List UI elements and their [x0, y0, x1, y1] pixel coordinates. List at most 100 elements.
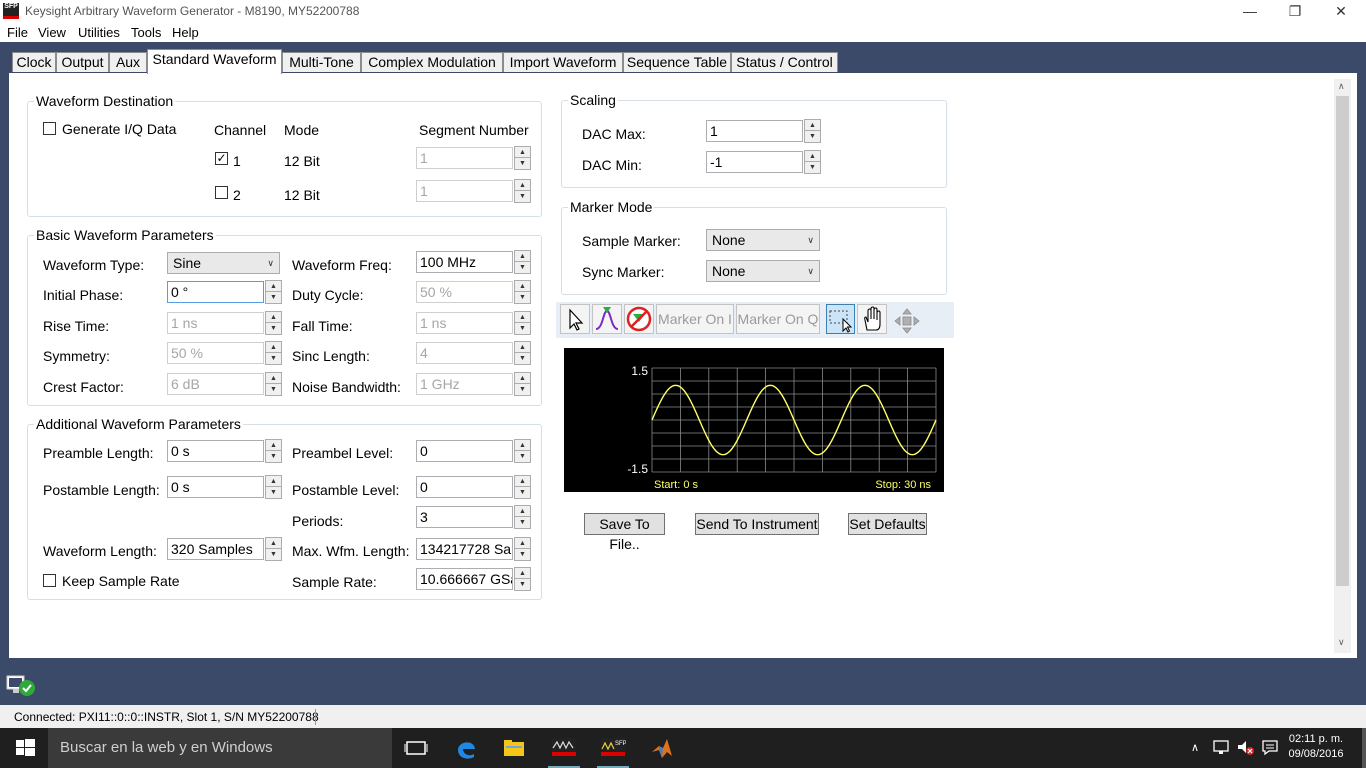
- sfp-app-icon[interactable]: SFP: [600, 736, 627, 760]
- scroll-down-icon[interactable]: ∨: [1338, 637, 1345, 648]
- tab-complex-modulation[interactable]: Complex Modulation: [361, 52, 503, 73]
- taskbar-clock[interactable]: 02:11 p. m. 09/08/2016: [1284, 732, 1348, 762]
- sinc-length-input[interactable]: 4: [416, 342, 513, 364]
- dac-min-input[interactable]: -1: [706, 151, 803, 173]
- preamble-length-spinner[interactable]: ▲ ▼: [265, 439, 282, 463]
- spin-up-icon[interactable]: ▲: [515, 568, 530, 579]
- waveform-length-input[interactable]: 320 Samples: [167, 538, 264, 560]
- spin-down-icon[interactable]: ▼: [515, 292, 530, 303]
- tab-status-control[interactable]: Status / Control: [731, 52, 838, 73]
- spin-up-icon[interactable]: ▲: [266, 476, 281, 487]
- save-to-file-button[interactable]: Save To File..: [584, 513, 665, 552]
- spin-down-icon[interactable]: ▼: [805, 162, 820, 173]
- marker-on-i-button[interactable]: Marker On I: [656, 304, 734, 334]
- spin-up-icon[interactable]: ▲: [515, 281, 530, 292]
- clear-tool-button[interactable]: [624, 304, 654, 334]
- sync-marker-select[interactable]: None ∨: [706, 260, 820, 282]
- restore-icon[interactable]: ❐: [1272, 0, 1318, 23]
- spin-down-icon[interactable]: ▼: [266, 451, 281, 462]
- waveform-freq-input[interactable]: 100 MHz: [416, 251, 513, 273]
- spin-up-icon[interactable]: ▲: [515, 476, 530, 487]
- spin-down-icon[interactable]: ▼: [515, 262, 530, 273]
- task-view-icon[interactable]: [404, 736, 428, 760]
- menu-utilities[interactable]: Utilities: [78, 25, 120, 40]
- show-desktop-button[interactable]: [1362, 728, 1366, 768]
- dac-max-spinner[interactable]: ▲ ▼: [804, 119, 821, 143]
- spin-down-icon[interactable]: ▼: [266, 549, 281, 560]
- spin-up-icon[interactable]: ▲: [515, 440, 530, 451]
- tab-aux[interactable]: Aux: [109, 52, 147, 73]
- noise-bandwidth-spinner[interactable]: ▲ ▼: [514, 372, 531, 396]
- segment-1-input[interactable]: 1: [416, 147, 513, 169]
- spin-up-icon[interactable]: ▲: [266, 312, 281, 323]
- spin-up-icon[interactable]: ▲: [805, 120, 820, 131]
- segment-2-spinner[interactable]: ▲ ▼: [514, 179, 531, 203]
- spin-down-icon[interactable]: ▼: [515, 517, 530, 528]
- spin-up-icon[interactable]: ▲: [266, 342, 281, 353]
- waveform-length-spinner[interactable]: ▲ ▼: [265, 537, 282, 561]
- max-wfm-length-input[interactable]: 134217728 San: [416, 538, 513, 560]
- rise-time-spinner[interactable]: ▲ ▼: [265, 311, 282, 335]
- spin-down-icon[interactable]: ▼: [515, 579, 530, 590]
- segment-2-input[interactable]: 1: [416, 180, 513, 202]
- tab-import-waveform[interactable]: Import Waveform: [503, 52, 623, 73]
- spin-up-icon[interactable]: ▲: [515, 506, 530, 517]
- move-icon[interactable]: [892, 306, 922, 336]
- spin-down-icon[interactable]: ▼: [266, 487, 281, 498]
- fall-time-input[interactable]: 1 ns: [416, 312, 513, 334]
- windows-start-icon[interactable]: [13, 736, 37, 760]
- generate-iq-checkbox[interactable]: [43, 122, 56, 135]
- sample-marker-select[interactable]: None ∨: [706, 229, 820, 251]
- postamble-length-input[interactable]: 0 s: [167, 476, 264, 498]
- channel-1-checkbox[interactable]: ✓: [215, 152, 228, 165]
- segment-1-spinner[interactable]: ▲ ▼: [514, 146, 531, 170]
- duty-cycle-input[interactable]: 50 %: [416, 281, 513, 303]
- scroll-up-icon[interactable]: ∧: [1338, 81, 1345, 92]
- tab-output[interactable]: Output: [56, 52, 109, 73]
- zoom-select-button[interactable]: [826, 304, 855, 334]
- menu-view[interactable]: View: [38, 25, 66, 40]
- initial-phase-input[interactable]: 0 °: [167, 281, 264, 303]
- spin-up-icon[interactable]: ▲: [266, 281, 281, 292]
- waveform-app-icon[interactable]: [551, 736, 576, 760]
- spin-down-icon[interactable]: ▼: [515, 549, 530, 560]
- spin-down-icon[interactable]: ▼: [266, 384, 281, 395]
- spin-up-icon[interactable]: ▲: [515, 180, 530, 191]
- waveform-freq-spinner[interactable]: ▲ ▼: [514, 250, 531, 274]
- action-center-icon[interactable]: [1261, 738, 1279, 759]
- keep-sample-rate-checkbox[interactable]: [43, 574, 56, 587]
- tab-sequence-table[interactable]: Sequence Table: [623, 52, 731, 73]
- postamble-length-spinner[interactable]: ▲ ▼: [265, 475, 282, 499]
- symmetry-input[interactable]: 50 %: [167, 342, 264, 364]
- max-wfm-length-spinner[interactable]: ▲ ▼: [514, 537, 531, 561]
- spin-down-icon[interactable]: ▼: [266, 292, 281, 303]
- postamble-level-spinner[interactable]: ▲ ▼: [514, 475, 531, 499]
- spin-up-icon[interactable]: ▲: [515, 147, 530, 158]
- close-icon[interactable]: ✕: [1318, 0, 1364, 23]
- periods-input[interactable]: 3: [416, 506, 513, 528]
- sinc-length-spinner[interactable]: ▲ ▼: [514, 341, 531, 365]
- menu-file[interactable]: File: [7, 25, 28, 40]
- sample-rate-spinner[interactable]: ▲ ▼: [514, 567, 531, 591]
- crest-factor-spinner[interactable]: ▲ ▼: [265, 372, 282, 396]
- spin-down-icon[interactable]: ▼: [515, 353, 530, 364]
- waveform-tool-button[interactable]: [592, 304, 622, 334]
- volume-muted-icon[interactable]: [1236, 738, 1254, 759]
- network-icon[interactable]: [1212, 738, 1230, 759]
- pan-tool-button[interactable]: [857, 304, 887, 334]
- spin-up-icon[interactable]: ▲: [805, 151, 820, 162]
- spin-down-icon[interactable]: ▼: [515, 384, 530, 395]
- spin-up-icon[interactable]: ▲: [515, 373, 530, 384]
- file-explorer-icon[interactable]: [502, 736, 526, 760]
- tab-standard-waveform[interactable]: Standard Waveform: [147, 49, 282, 74]
- spin-down-icon[interactable]: ▼: [515, 451, 530, 462]
- fall-time-spinner[interactable]: ▲ ▼: [514, 311, 531, 335]
- menu-help[interactable]: Help: [172, 25, 199, 40]
- spin-down-icon[interactable]: ▼: [266, 353, 281, 364]
- spin-down-icon[interactable]: ▼: [515, 487, 530, 498]
- connection-status-icon[interactable]: [6, 674, 36, 698]
- spin-up-icon[interactable]: ▲: [266, 373, 281, 384]
- show-hidden-icons-icon[interactable]: ∧: [1191, 741, 1199, 754]
- dac-min-spinner[interactable]: ▲ ▼: [804, 150, 821, 174]
- spin-up-icon[interactable]: ▲: [266, 440, 281, 451]
